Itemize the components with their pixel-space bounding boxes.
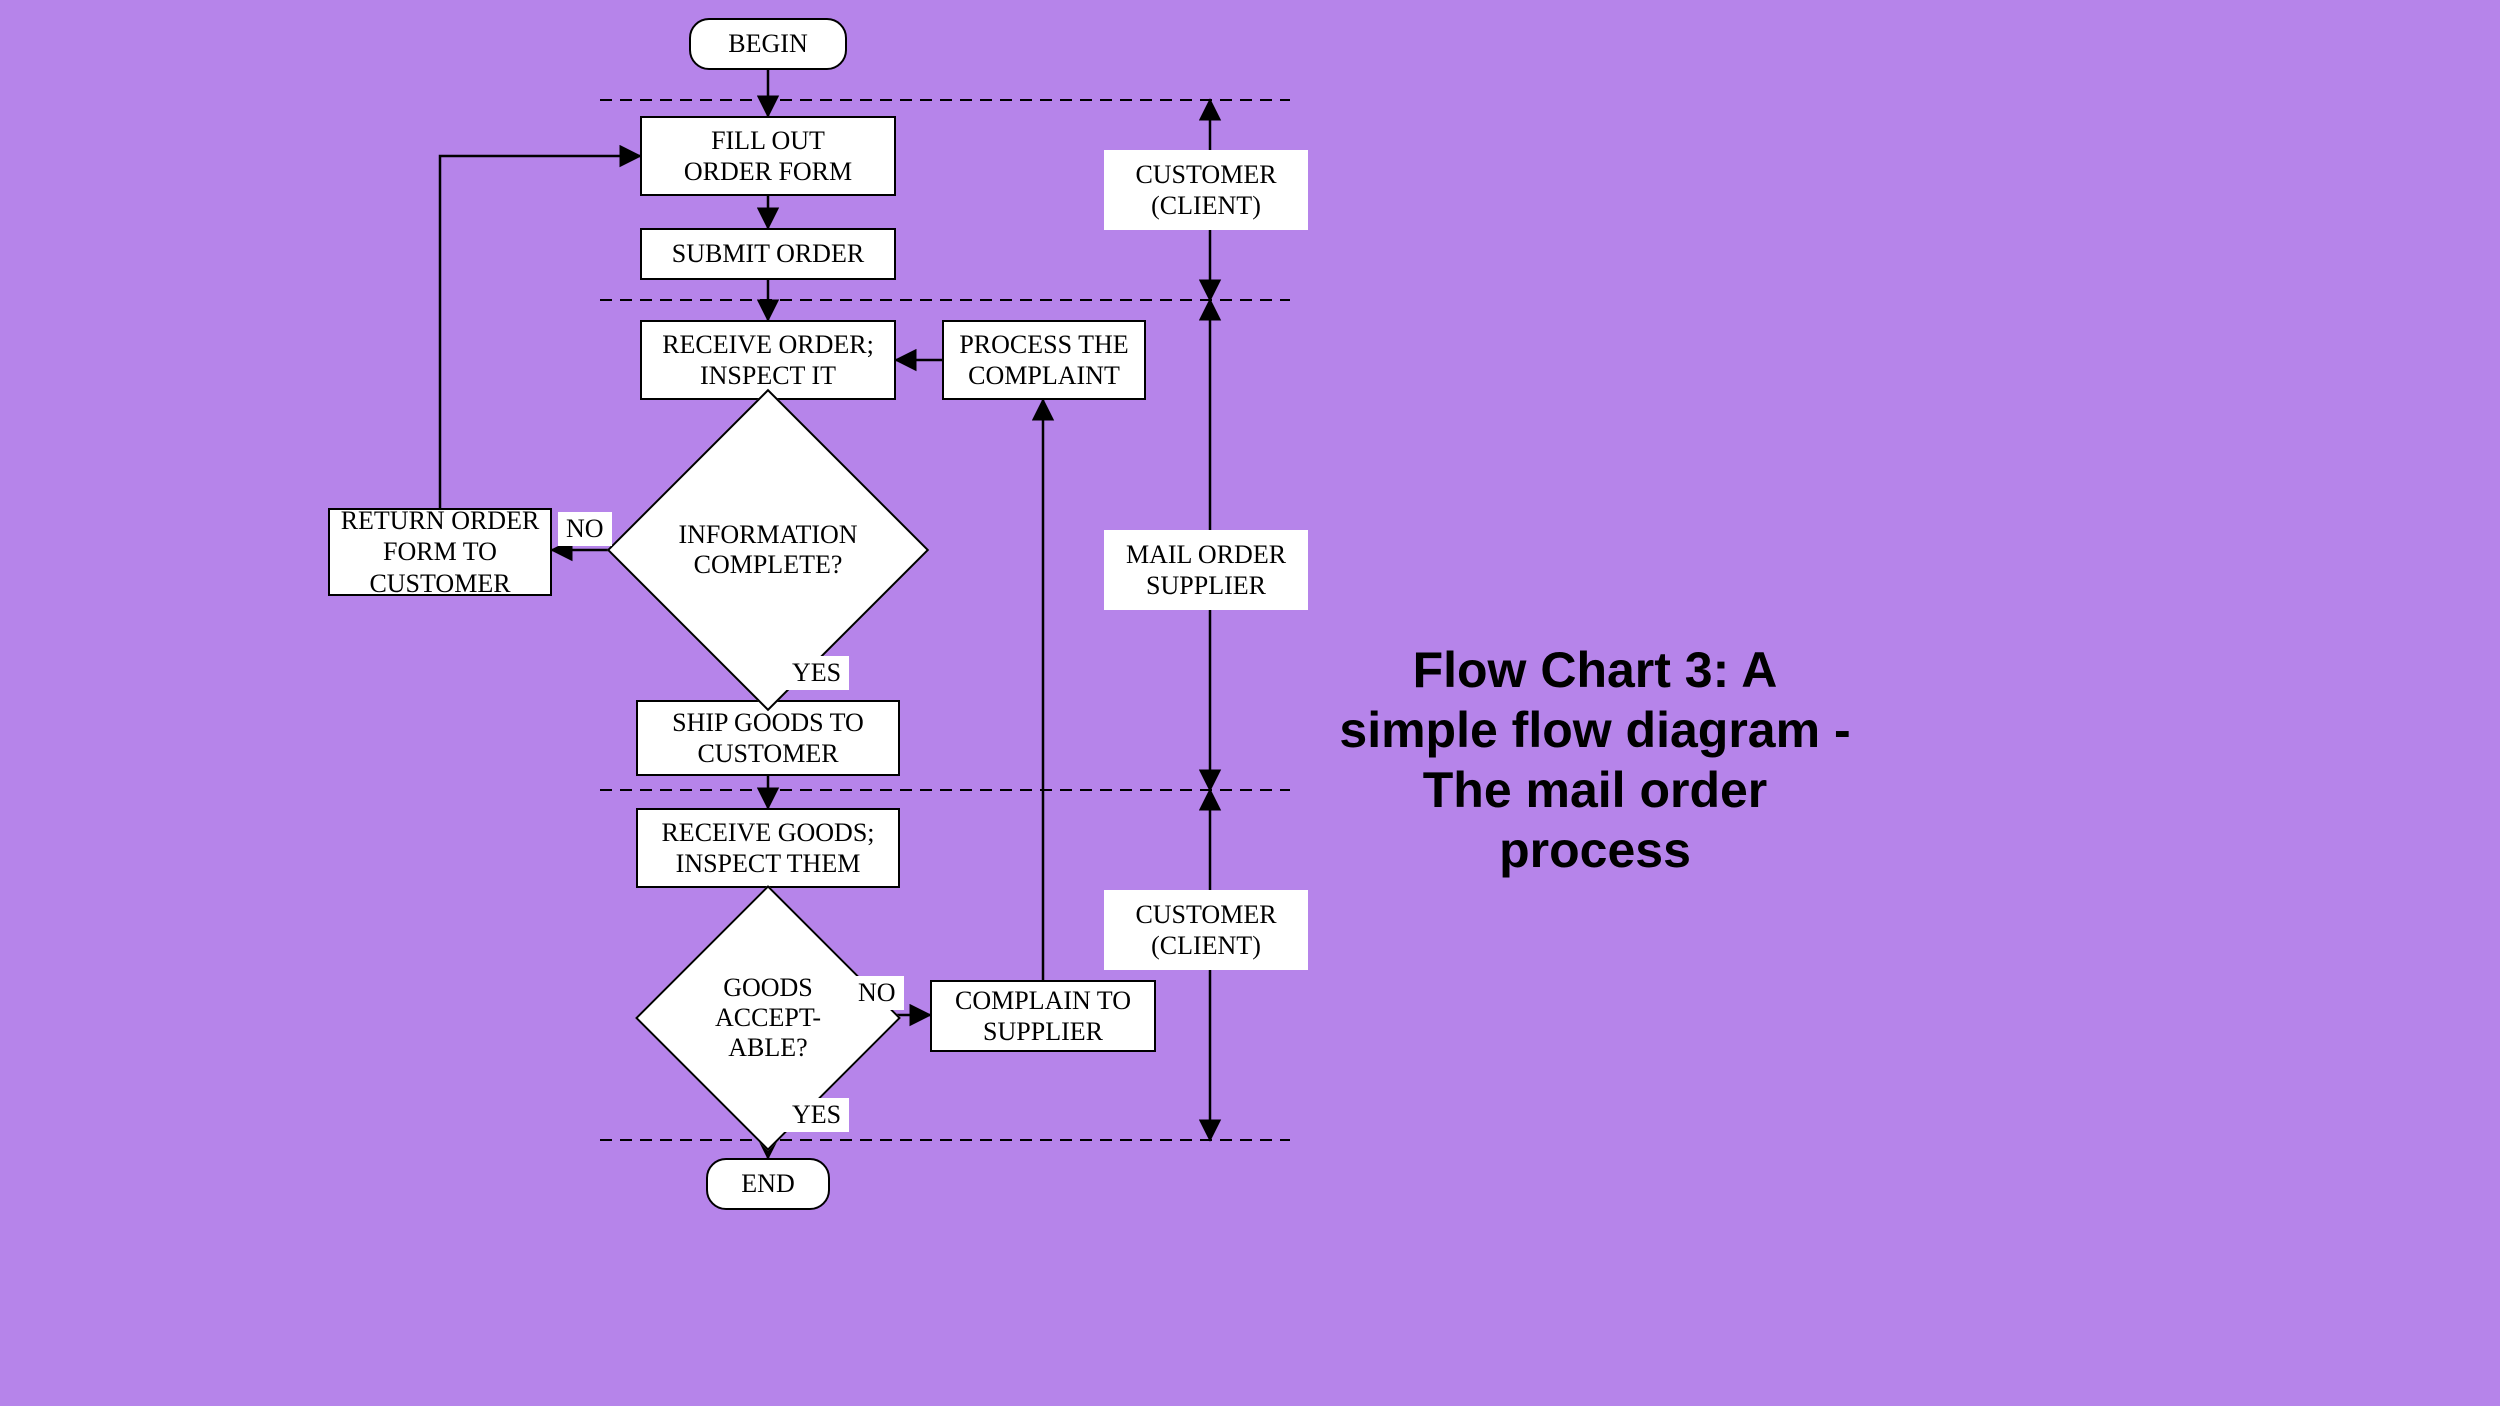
swimlane-customer-bottom: CUSTOMER (CLIENT) [1104,890,1308,970]
node-fill-out: FILL OUT ORDER FORM [640,116,896,196]
node-receive-order-label: RECEIVE ORDER; INSPECT IT [662,329,874,391]
node-goods-acceptable: GOODS ACCEPT- ABLE? [674,924,862,1112]
node-return-form: RETURN ORDER FORM TO CUSTOMER [328,508,552,596]
node-complain: COMPLAIN TO SUPPLIER [930,980,1156,1052]
edge-label-yes-1: YES [784,656,849,690]
node-submit-label: SUBMIT ORDER [672,238,864,269]
edge-label-no-1: NO [558,512,612,546]
node-process-complaint: PROCESS THE COMPLAINT [942,320,1146,400]
node-return-form-label: RETURN ORDER FORM TO CUSTOMER [341,505,540,599]
node-begin-label: BEGIN [728,28,807,59]
node-ship-goods: SHIP GOODS TO CUSTOMER [636,700,900,776]
node-ship-goods-label: SHIP GOODS TO CUSTOMER [672,707,864,769]
node-process-complaint-label: PROCESS THE COMPLAINT [959,329,1128,391]
node-begin: BEGIN [689,18,847,70]
node-info-complete: INFORMATION COMPLETE? [654,436,882,664]
swimlane-customer-top: CUSTOMER (CLIENT) [1104,150,1308,230]
node-end-label: END [741,1168,794,1199]
diagram-title: Flow Chart 3: A simple flow diagram - Th… [1330,640,1860,880]
edge-label-no-2: NO [850,976,904,1010]
flowchart-diagram: BEGIN END FILL OUT ORDER FORM SUBMIT ORD… [0,0,2500,1406]
node-receive-goods-label: RECEIVE GOODS; INSPECT THEM [661,817,874,879]
swimlane-mail-order: MAIL ORDER SUPPLIER [1104,530,1308,610]
node-goods-acceptable-label: GOODS ACCEPT- ABLE? [715,973,821,1063]
node-fill-out-label: FILL OUT ORDER FORM [684,125,852,187]
node-end: END [706,1158,830,1210]
edge-label-yes-2: YES [784,1098,849,1132]
node-receive-goods: RECEIVE GOODS; INSPECT THEM [636,808,900,888]
node-submit: SUBMIT ORDER [640,228,896,280]
node-complain-label: COMPLAIN TO SUPPLIER [955,985,1131,1047]
node-info-complete-label: INFORMATION COMPLETE? [678,520,857,580]
